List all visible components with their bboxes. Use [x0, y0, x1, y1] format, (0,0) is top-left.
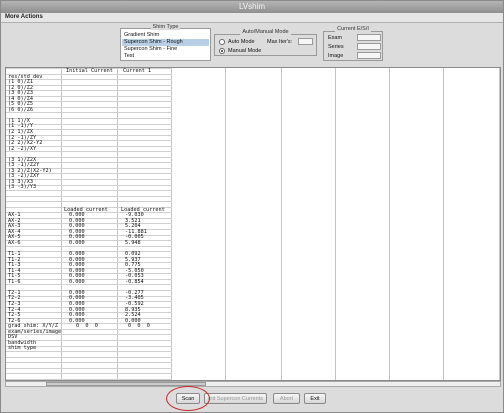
max-iter-input[interactable] [298, 38, 313, 45]
shim-current-table[interactable]: Initial Current Current 1 res/std dev (1 0)… [5, 67, 501, 381]
image-label: Image [328, 53, 344, 59]
scan-highlight-circle [166, 386, 210, 411]
initial-current-value: 0.000 [69, 239, 85, 246]
coil-name: AX-6 [8, 239, 21, 246]
series-field [357, 43, 381, 50]
shim-type-panel: Shim Type Gradient Shim Supercon Shim - … [120, 24, 211, 61]
exit-button[interactable]: Exit [304, 393, 326, 404]
horizontal-scrollbar[interactable] [5, 381, 501, 387]
image-field [357, 52, 381, 59]
shim-type-header: Shim Type [150, 24, 181, 30]
shim-option-gradient[interactable]: Gradient Shim [122, 32, 209, 39]
mode-header: Auto/Manual Mode [240, 29, 291, 35]
current1-value: -0.854 [125, 278, 144, 285]
coil-name: T1-6 [8, 278, 21, 285]
manual-mode-radio[interactable] [219, 48, 225, 54]
grad-shim-initial: 0 0 0 [76, 323, 98, 330]
mode-panel: Auto/Manual Mode Auto Mode Max Iter's: M… [214, 29, 317, 56]
current-esi-header: Current E/S/I [335, 26, 371, 32]
shim-term-name: (3 -3)/Y3 [8, 184, 37, 191]
shim-term-name: (2 -2)/XY [8, 145, 37, 152]
column-header-current1: Current 1 [123, 68, 152, 74]
grad-shim-current1: 0 0 0 [128, 323, 150, 330]
max-iter-label: Max Iter's: [267, 39, 293, 45]
series-label: Series [328, 44, 344, 50]
current1-value: 5.948 [125, 239, 141, 246]
shim-type-list[interactable]: Gradient Shim Supercon Shim - Rough Supe… [122, 32, 209, 60]
menubar: More Actions [1, 13, 503, 23]
column-header-initial: Initial Current [66, 68, 113, 74]
current-esi-panel: Current E/S/I Exam Series Image [323, 26, 383, 61]
shim-term-name: (6 0)/Z6 [8, 106, 33, 113]
auto-mode-radio[interactable] [219, 39, 225, 45]
lvshim-window: LVshim More Actions Shim Type Gradient S… [0, 0, 504, 413]
footer-row-label: shim type [8, 345, 37, 352]
manual-mode-label: Manual Mode [228, 48, 262, 54]
window-title: LVshim [1, 1, 503, 13]
abort-button[interactable]: Abort [273, 393, 300, 404]
exam-label: Exam [328, 35, 343, 41]
initial-current-value: 0.000 [69, 278, 85, 285]
shim-option-supercon-fine[interactable]: Supercon Shim - Fine [122, 46, 209, 53]
init-supercon-currents-button[interactable]: Init Supercon Currents [204, 393, 267, 404]
shim-option-supercon-rough[interactable]: Supercon Shim - Rough [122, 39, 209, 46]
exam-field [357, 34, 381, 41]
shim-option-test[interactable]: Test [122, 53, 209, 60]
auto-mode-label: Auto Mode [228, 39, 255, 45]
menu-more-actions[interactable]: More Actions [5, 14, 43, 20]
